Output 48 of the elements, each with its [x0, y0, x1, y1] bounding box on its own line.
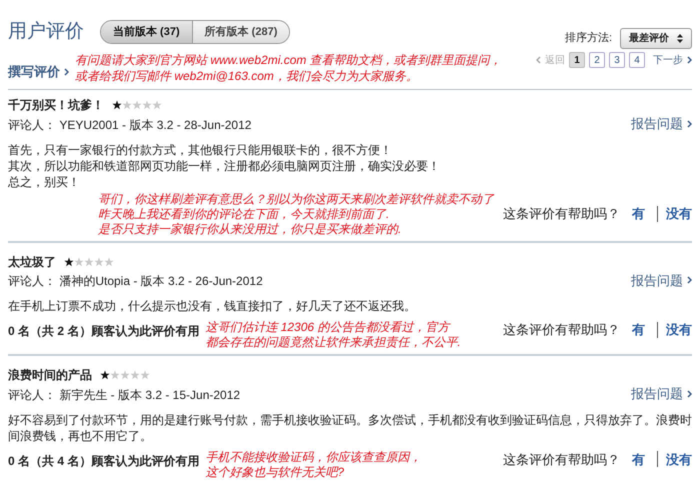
sort-label: 排序方法: [564, 30, 612, 46]
review-title: 太垃圾了 [8, 254, 56, 270]
reviewer-info: 评论人： 新宇先生 - 版本 3.2 - 15-Jun-2012 [8, 386, 240, 404]
reviewer-info: 评论人： YEYU2001 - 版本 3.2 - 28-Jun-2012 [8, 116, 252, 134]
yes-link[interactable]: 有 [628, 204, 649, 224]
chevron-right-icon [687, 276, 692, 284]
review-title: 浪费时间的产品 [8, 367, 92, 384]
helpful-question: 这条评价有帮助吗？ [503, 450, 620, 468]
handwritten-note: 有问题请大家到官方网站 www.web2mi.com 查看帮助文档，或者到群里面提问，或者给我们写邮件 web2mi@163.com，我们会尽力为大家服务。 [75, 52, 503, 84]
helpful-count: 0 名（共 2 名）顾客认为此评价有用 [8, 323, 200, 340]
sort-dropdown[interactable]: 最差评价 [620, 28, 692, 48]
handwritten-note: 手机不能接收验证码，你应该查查原因， 这个好象也与软件无关吧? [205, 450, 422, 480]
page-title: 用户评价 [8, 20, 84, 44]
page-button[interactable]: 3 [609, 52, 625, 68]
chevron-right-icon [64, 68, 69, 76]
yes-link[interactable]: 有 [628, 450, 649, 469]
review-text: 在手机上订票不成功，什么提示也没有，钱直接扣了，好几天了还不返还我。 [8, 298, 417, 314]
reviewer-info: 评论人： 潘神的Utopia - 版本 3.2 - 26-Jun-2012 [8, 273, 263, 290]
report-link[interactable]: 报告问题 [631, 270, 692, 290]
page-button[interactable]: 2 [589, 52, 605, 68]
helpful-question: 这条评价有帮助吗？ [503, 205, 620, 224]
chevron-left-icon [536, 56, 541, 64]
filled-star-icon [100, 370, 110, 380]
no-link[interactable]: 没有 [666, 204, 692, 224]
write-review-link[interactable]: 撰写评价 [8, 62, 69, 82]
handwritten-note: 这哥们估计连 12306 的公告告都没看过，官方 都会存在的问题竟然让软件来承担责任，不公平. [205, 320, 461, 350]
page-button[interactable]: 4 [629, 52, 645, 68]
handwritten-note: 哥们，你这样刷差评有意思么？别以为你这两天来刷次差评软件就卖不动了 昨天晚上我还看到你的评论在下面，今天就排到前面了. 是否只支持一家银行你从来没用过，你只是买来做差评的. [98, 192, 494, 236]
no-link[interactable]: 没有 [666, 320, 692, 340]
filled-star-icon [64, 256, 74, 266]
review-text: 首先，只有一家银行的付款方式，其他银行只能用银联卡的，很不方便！ 其次，所以功能和铁道部网页功能一样，注册都必须电脑网页注册，确实没必要！ 总之，别买！ [8, 142, 441, 190]
review-text: 好不容易到了付款环节，用的是建行账号付款，需手机接收验证码。多次偿试，手机都没有收到验证码信息，只得放弃了。浪费时间浪费钱，再也不用它了。 [8, 412, 692, 444]
version-tab[interactable]: 当前版本 (37) [101, 20, 192, 44]
chevron-right-icon [687, 390, 692, 398]
helpful-count: 0 名（共 4 名）顾客认为此评价有用 [8, 452, 200, 470]
chevron-right-icon [687, 56, 692, 64]
report-link[interactable]: 报告问题 [631, 384, 692, 404]
no-link[interactable]: 没有 [666, 450, 692, 469]
page-button[interactable]: 1 [569, 52, 585, 68]
filled-star-icon [112, 100, 122, 110]
report-link[interactable]: 报告问题 [631, 114, 692, 134]
version-tab[interactable]: 所有版本 (287) [192, 20, 290, 44]
yes-link[interactable]: 有 [628, 320, 649, 340]
updown-arrows-icon [677, 34, 683, 42]
helpful-question: 这条评价有帮助吗？ [503, 321, 620, 339]
review-title: 千万别买！坑爹！ [8, 97, 104, 114]
next-link[interactable]: 下一步 [653, 52, 692, 68]
chevron-right-icon [687, 120, 692, 128]
